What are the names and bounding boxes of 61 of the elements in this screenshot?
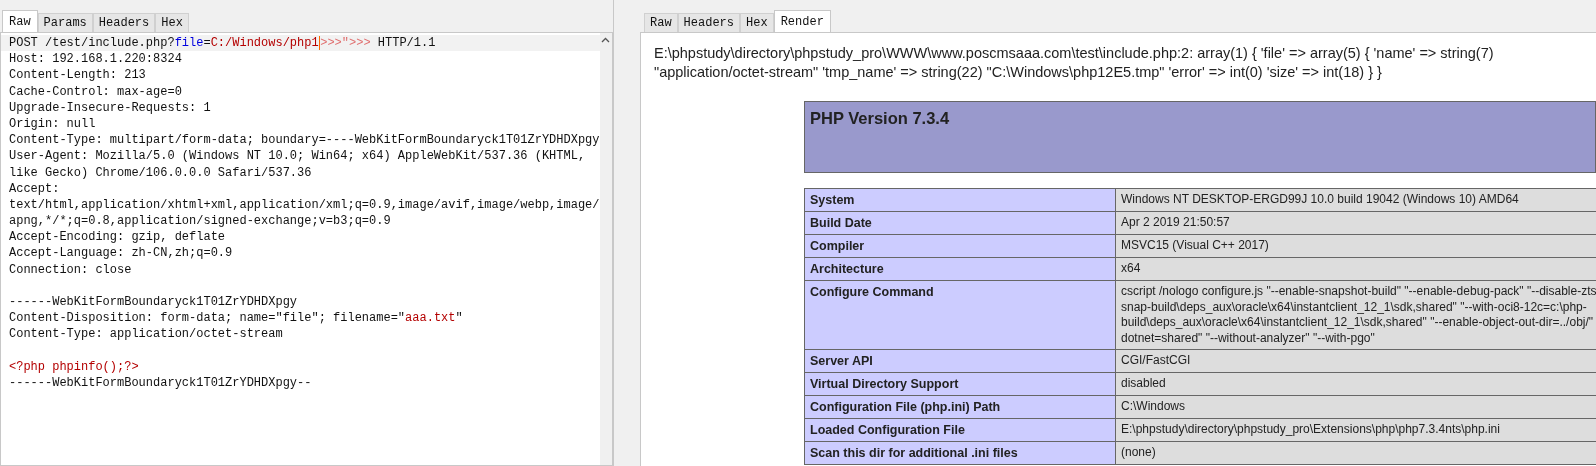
text-cursor bbox=[318, 36, 321, 51]
info-label-cell: Server API bbox=[805, 350, 1116, 373]
request-text: Accept-Language: zh-CN,zh;q=0.9 bbox=[9, 245, 233, 262]
info-value-cell: CGI/FastCGI bbox=[1116, 350, 1596, 373]
scroll-up-icon[interactable] bbox=[601, 37, 611, 43]
request-text: ------WebKitFormBoundaryck1T01ZrYDHDXpgy bbox=[9, 294, 298, 311]
request-text: Accept-Encoding: gzip, deflate bbox=[9, 229, 226, 246]
request-text: Content-Type: multipart/form-data; boundary=----WebKitFormBoundaryck1T01ZrYDHDXpgy bbox=[9, 132, 600, 149]
request-text: User-Agent: Mozilla/5.0 (Windows NT 10.0; Win64; x64) AppleWebKit/537.36 (KHTML, bbox=[9, 148, 586, 165]
request-text: Content-Length: 213 bbox=[9, 67, 146, 84]
info-label-cell: Loaded Configuration File bbox=[805, 419, 1116, 442]
request-text: = bbox=[203, 35, 211, 52]
info-value-cell: cscript /nologo configure.js "--enable-snapshot-build" "--enable-debug-pack" "--disable-zts snap-build\deps_aux\oracle\x64\instantclient_12_1\sdk,shared" "--with-oci8-12c=c:\php- build\deps_aux\oracle\x64\instantclient_12_1\sdk,shared" "--enable-object-out-dir=../obj/" dotnet=shared" "--without-analyzer" "--with-pgo" bbox=[1116, 281, 1596, 350]
debug-output-line: E:\phpstudy\directory\phpstudy_pro\WWW\www.poscmsaaa.com\test\include.php:2: array(1) { 'file' => array(5) { 'name' => string(7) bbox=[654, 44, 1494, 63]
parameter-name: file bbox=[174, 35, 204, 52]
info-value-cell: Apr 2 2019 21:50:57 bbox=[1116, 212, 1596, 235]
info-value-cell: Windows NT DESKTOP-ERGD99J 10.0 build 19042 (Windows 10) AMD64 bbox=[1116, 189, 1596, 212]
request-text: Cache-Control: max-age=0 bbox=[9, 83, 182, 100]
tab[interactable]: Hex bbox=[740, 13, 774, 32]
request-text: Content-Disposition: form-data; name="file"; filename=" bbox=[9, 310, 406, 327]
parameter-value: C:/Windows/php1 bbox=[210, 35, 319, 52]
tab[interactable]: Headers bbox=[92, 13, 156, 32]
parameter-value: aaa.txt bbox=[405, 310, 456, 327]
info-label-cell: Architecture bbox=[805, 258, 1116, 281]
parameter-value: <?php phpinfo();?> bbox=[9, 358, 139, 375]
request-text: POST /test/include.php? bbox=[9, 35, 175, 52]
debug-output-line: "application/octet-stream" 'tmp_name' => string(22) "C:\Windows\php12E5.tmp" 'error' => int(0) 'size' => int(18) } } bbox=[654, 63, 1382, 82]
php-version-title: PHP Version 7.3.4 bbox=[810, 108, 951, 129]
tab[interactable]: Hex bbox=[155, 13, 189, 32]
info-value-cell: C:\Windows bbox=[1116, 396, 1596, 419]
request-text: Content-Type: application/octet-stream bbox=[9, 326, 283, 343]
request-text: like Gecko) Chrome/106.0.0.0 Safari/537.36 bbox=[9, 164, 312, 181]
info-label-cell: System bbox=[805, 189, 1116, 212]
tab[interactable]: Render bbox=[773, 10, 831, 32]
info-label-cell: Virtual Directory Support bbox=[805, 373, 1116, 396]
info-value-cell: disabled bbox=[1116, 373, 1596, 396]
request-text: Connection: close bbox=[9, 261, 132, 278]
injected-text: >>>">>> bbox=[320, 35, 371, 52]
request-text: Upgrade-Insecure-Requests: 1 bbox=[9, 99, 211, 116]
request-text: apng,*/*;q=0.8,application/signed-exchange;v=b3;q=0.9 bbox=[9, 213, 391, 230]
info-value-cell: MSVC15 (Visual C++ 2017) bbox=[1116, 235, 1596, 258]
info-label-cell: Compiler bbox=[805, 235, 1116, 258]
tab[interactable]: Headers bbox=[677, 13, 741, 32]
tab[interactable]: Params bbox=[37, 13, 93, 32]
scrollbar[interactable] bbox=[599, 33, 612, 465]
info-label-cell: Build Date bbox=[805, 212, 1116, 235]
info-value-cell: (none) bbox=[1116, 442, 1596, 465]
info-label-cell: Scan this dir for additional .ini files bbox=[805, 442, 1116, 465]
tab[interactable]: Raw bbox=[2, 10, 38, 32]
request-text: Accept: bbox=[9, 180, 60, 197]
info-label-cell: Configuration File (php.ini) Path bbox=[805, 396, 1116, 419]
request-text: Origin: null bbox=[9, 115, 96, 133]
request-text: Host: 192.168.1.220:8324 bbox=[9, 51, 182, 68]
info-value-cell: E:\phpstudy\directory\phpstudy_pro\Extensions\php\php7.3.4nts\php.ini bbox=[1116, 419, 1596, 442]
request-text: text/html,application/xhtml+xml,application/xml;q=0.9,image/avif,image/webp,image/ bbox=[9, 196, 600, 214]
request-text: " bbox=[455, 310, 463, 327]
info-value-cell: x64 bbox=[1116, 258, 1596, 281]
request-text: ------WebKitFormBoundaryck1T01ZrYDHDXpgy-- bbox=[9, 374, 312, 392]
request-text: HTTP/1.1 bbox=[376, 35, 436, 52]
tab[interactable]: Raw bbox=[644, 13, 678, 32]
info-label-cell: Configure Command bbox=[805, 281, 1116, 350]
